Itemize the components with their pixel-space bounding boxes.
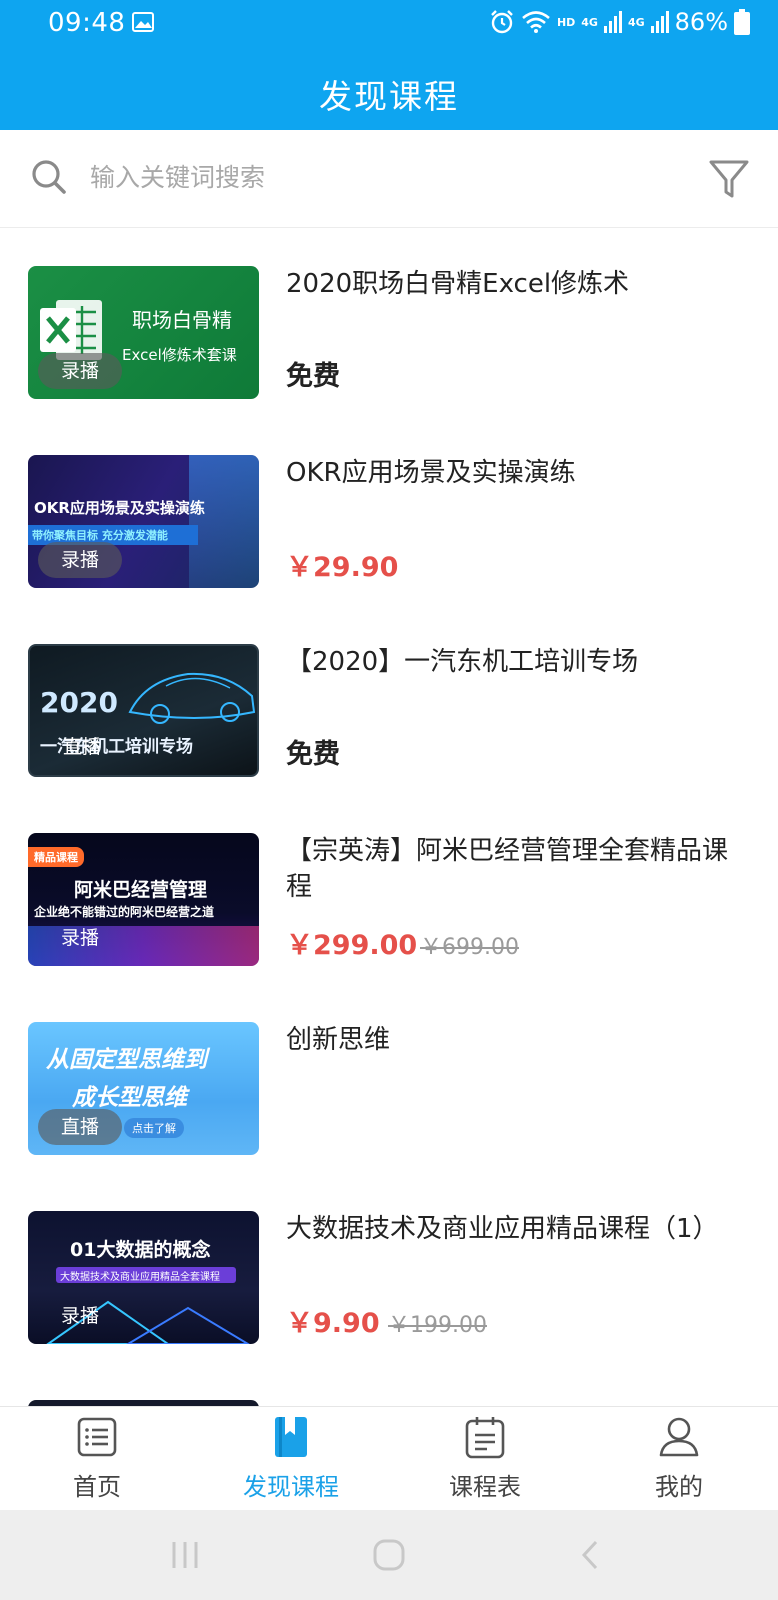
course-title[interactable]: OKR应用场景及实操演练	[286, 455, 746, 491]
course-type-badge: 直播	[38, 1109, 122, 1145]
course-price: ￥299.00	[286, 930, 418, 961]
course-thumbnail[interactable]: 精品课程 阿米巴经营管理 企业绝不能错过的阿米巴经营之道 录播	[28, 833, 259, 966]
calendar-icon	[465, 1417, 505, 1459]
course-thumbnail[interactable]: 2020 一汽东机工培训专场 直播	[28, 644, 259, 777]
user-icon	[659, 1417, 699, 1457]
nav-tab-profile[interactable]: 我的	[582, 1407, 776, 1511]
nav-tab-label: 我的	[655, 1473, 703, 1501]
car-graphic-icon	[128, 672, 256, 724]
course-price: 免费	[286, 361, 340, 392]
nav-tab-home[interactable]: 首页	[0, 1407, 194, 1511]
thumbnail-text-line2: 大数据技术及商业应用精品全套课程	[60, 1272, 220, 1283]
course-item[interactable]: 从固定型思维到 成长型思维 点击了解 直播 创新思维	[0, 984, 778, 1173]
course-price: ￥29.90	[286, 552, 399, 583]
status-bar: 09:48 HD 4G 4G 86%	[0, 0, 778, 48]
course-item[interactable]: 精品课程 阿米巴经营管理 企业绝不能错过的阿米巴经营之道 录播 【宗英涛】阿米巴…	[0, 795, 778, 984]
course-original-price: ￥699.00	[420, 935, 519, 960]
course-title[interactable]: 大数据技术及商业应用精品课程（1）	[286, 1211, 746, 1247]
course-list: 职场白骨精 Excel修炼术套课 录播 2020职场白骨精Excel修炼术 免费…	[0, 228, 778, 1406]
course-original-price: ￥199.00	[388, 1313, 487, 1338]
thumbnail-text-line2: 企业绝不能错过的阿米巴经营之道	[34, 905, 215, 919]
wifi-icon	[522, 11, 550, 33]
course-item[interactable]: 职场白骨精 Excel修炼术套课 录播 2020职场白骨精Excel修炼术 免费	[0, 228, 778, 417]
thumbnail-text-line1: 阿米巴经营管理	[74, 879, 208, 901]
course-thumbnail[interactable]: 从固定型思维到 成长型思维 点击了解 直播	[28, 1022, 259, 1155]
battery-percentage: 86%	[674, 8, 728, 36]
search-bar	[0, 130, 778, 228]
nav-tab-discover[interactable]: 发现课程	[194, 1407, 388, 1511]
course-type-badge: 直播	[62, 736, 101, 758]
signal-icon-1	[603, 11, 622, 33]
thumbnail-text-line1: 职场白骨精	[132, 308, 232, 332]
course-item[interactable]: 2020 一汽东机工培训专场 直播 【2020】一汽东机工培训专场 免费	[0, 606, 778, 795]
thumbnail-decoration	[189, 455, 259, 588]
alarm-icon	[491, 10, 513, 34]
app-bar: 发现课程	[0, 48, 778, 130]
course-item[interactable]: OKR应用场景及实操演练 带你聚焦目标 充分激发潜能 录播 OKR应用场景及实操…	[0, 417, 778, 606]
course-thumbnail[interactable]: OKR应用场景及实操演练 带你聚焦目标 充分激发潜能 录播	[28, 455, 259, 588]
back-icon[interactable]	[574, 1538, 608, 1572]
thumbnail-text-line1: 2020	[40, 686, 118, 719]
course-item[interactable]	[0, 1362, 778, 1406]
network-type-2: 4G	[627, 15, 645, 29]
bookmark-book-icon	[275, 1417, 307, 1457]
system-navigation-bar	[0, 1510, 778, 1600]
course-title[interactable]: 【宗英涛】阿米巴经营管理全套精品课程	[286, 833, 746, 905]
course-thumbnail[interactable]: 职场白骨精 Excel修炼术套课 录播	[28, 266, 259, 399]
thumbnail-text-line1: 从固定型思维到	[46, 1047, 207, 1073]
nav-tab-label: 课程表	[449, 1473, 521, 1501]
thumbnail-text-line1: OKR应用场景及实操演练	[34, 499, 205, 517]
image-notification-icon	[132, 12, 154, 32]
battery-icon	[734, 9, 750, 35]
course-title[interactable]: 【2020】一汽东机工培训专场	[286, 644, 746, 680]
thumbnail-text-line1: 01大数据的概念	[70, 1239, 211, 1261]
nav-tab-label: 首页	[73, 1473, 121, 1501]
thumbnail-text-line2: Excel修炼术套课	[122, 346, 237, 364]
search-input[interactable]	[90, 152, 650, 202]
recent-apps-icon[interactable]	[168, 1538, 202, 1572]
thumbnail-tag: 精品课程	[28, 847, 84, 867]
hd-indicator: HD	[556, 15, 576, 29]
nav-tab-label: 发现课程	[243, 1473, 339, 1501]
bottom-navigation: 首页 发现课程 课程表 我的	[0, 1406, 778, 1510]
thumbnail-text-line2: 带你聚焦目标 充分激发潜能	[32, 529, 168, 542]
course-type-badge: 录播	[38, 542, 122, 578]
course-item[interactable]: 01大数据的概念 大数据技术及商业应用精品全套课程 录播 大数据技术及商业应用精…	[0, 1173, 778, 1362]
thumbnail-text-line2: 成长型思维	[72, 1085, 187, 1111]
page-title: 发现课程	[319, 77, 459, 116]
search-icon[interactable]	[30, 158, 68, 196]
thumbnail-text-line3: 点击了解	[124, 1118, 184, 1138]
home-list-icon	[77, 1417, 117, 1457]
course-price: 免费	[286, 739, 340, 770]
course-title[interactable]: 2020职场白骨精Excel修炼术	[286, 266, 746, 302]
course-type-badge: 录播	[38, 353, 122, 389]
signal-icon-2	[650, 11, 669, 33]
course-title[interactable]: 创新思维	[286, 1022, 746, 1058]
course-type-badge: 录播	[60, 927, 99, 949]
course-type-badge: 录播	[60, 1305, 99, 1327]
course-price: ￥9.90	[286, 1308, 380, 1339]
home-button-icon[interactable]	[372, 1538, 406, 1572]
status-time: 09:48	[48, 8, 126, 38]
network-type-1: 4G	[581, 15, 598, 29]
nav-tab-schedule[interactable]: 课程表	[388, 1407, 582, 1511]
filter-icon[interactable]	[708, 158, 750, 200]
course-thumbnail[interactable]: 01大数据的概念 大数据技术及商业应用精品全套课程 录播	[28, 1211, 259, 1344]
